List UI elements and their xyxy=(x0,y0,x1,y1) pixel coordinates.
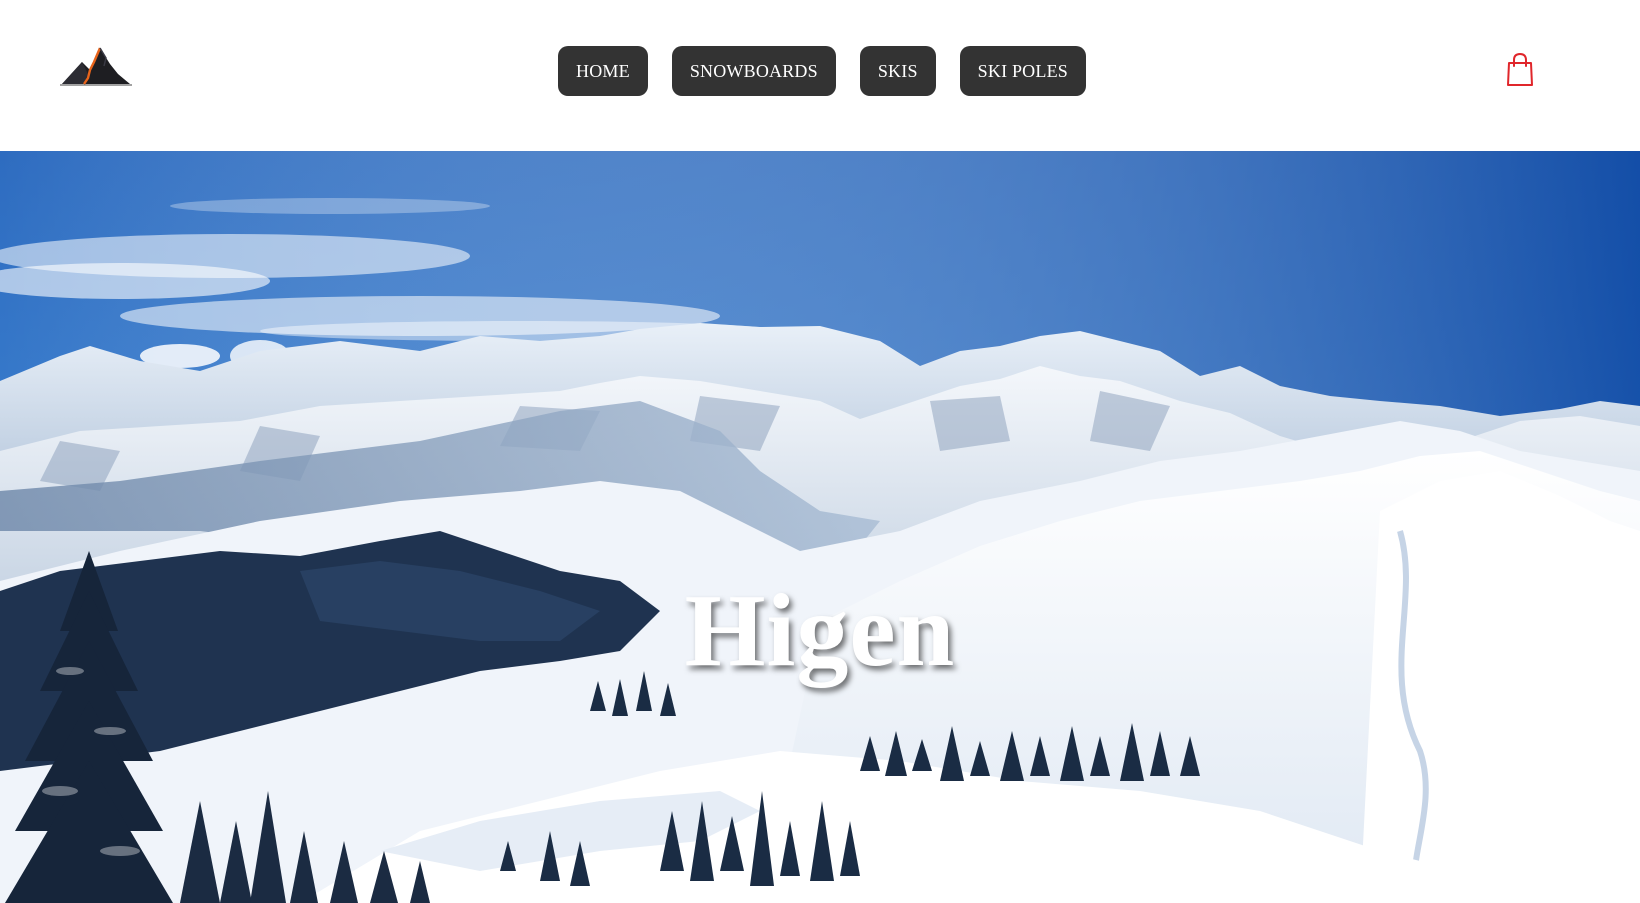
shopping-bag-icon xyxy=(1507,52,1533,86)
mountain-landscape-image xyxy=(0,151,1640,903)
nav-home-button[interactable]: HOME xyxy=(558,46,648,96)
nav-ski-poles-button[interactable]: SKI POLES xyxy=(959,46,1086,96)
main-nav: HOME SNOWBOARDS SKIS SKI POLES xyxy=(558,46,1086,96)
nav-snowboards-button[interactable]: SNOWBOARDS xyxy=(671,46,836,96)
site-logo[interactable] xyxy=(60,44,132,88)
hero-banner: Higen xyxy=(0,151,1640,903)
site-header: HOME SNOWBOARDS SKIS SKI POLES xyxy=(0,0,1640,151)
mountain-logo-icon xyxy=(60,47,132,86)
cart-button[interactable] xyxy=(1506,52,1534,87)
hero-title: Higen xyxy=(684,573,956,688)
nav-skis-button[interactable]: SKIS xyxy=(859,46,936,96)
